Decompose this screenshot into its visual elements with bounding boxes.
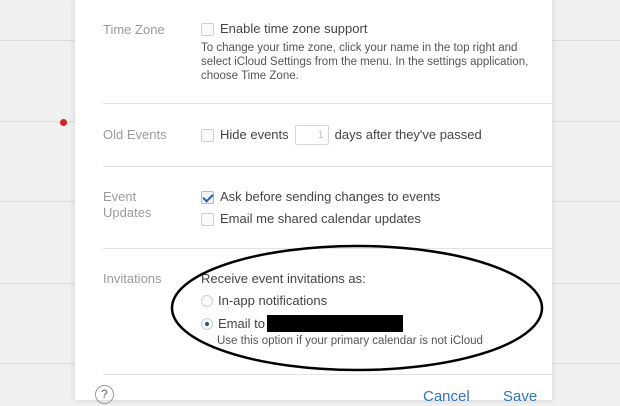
email-option-note: Use this option if your primary calendar… bbox=[217, 335, 483, 347]
cancel-button[interactable]: Cancel bbox=[423, 388, 470, 406]
email-radio[interactable] bbox=[201, 317, 213, 330]
email-label: Email to bbox=[218, 315, 265, 331]
ask-before-sending-toggle[interactable]: Ask before sending changes to events bbox=[201, 189, 440, 205]
section-divider bbox=[103, 166, 552, 167]
timezone-toggle[interactable]: Enable time zone support bbox=[201, 21, 367, 37]
current-time-dot bbox=[60, 119, 67, 126]
section-divider bbox=[103, 248, 552, 249]
footer-divider bbox=[103, 374, 552, 375]
section-label-timezone: Time Zone bbox=[103, 22, 165, 37]
email-shared-updates-toggle[interactable]: Email me shared calendar updates bbox=[201, 211, 421, 227]
hide-days-suffix: days after they've passed bbox=[334, 127, 482, 142]
calendar-preferences-dialog: Time Zone Enable time zone support To ch… bbox=[75, 0, 552, 405]
section-label-old-events: Old Events bbox=[103, 127, 167, 142]
help-icon[interactable]: ? bbox=[95, 385, 114, 404]
inapp-radio[interactable] bbox=[201, 295, 213, 307]
email-shared-updates-label: Email me shared calendar updates bbox=[220, 211, 421, 226]
timezone-description: To change your time zone, click your nam… bbox=[201, 42, 529, 82]
hide-events-checkbox[interactable] bbox=[201, 128, 214, 142]
hide-days-input[interactable] bbox=[294, 125, 329, 145]
hide-events-row: Hide events days after they've passed bbox=[201, 125, 482, 145]
hide-events-label: Hide events bbox=[220, 127, 289, 142]
redacted-email-box bbox=[266, 315, 403, 332]
inapp-notifications-option[interactable]: In-app notifications bbox=[201, 293, 327, 309]
section-label-event-updates: Event Updates bbox=[103, 189, 152, 220]
section-label-invitations: Invitations bbox=[103, 271, 162, 286]
email-option[interactable]: Email to bbox=[201, 315, 403, 332]
ask-before-sending-label: Ask before sending changes to events bbox=[220, 189, 441, 204]
ask-before-sending-checkbox[interactable] bbox=[201, 190, 214, 204]
invitations-prompt: Receive event invitations as: bbox=[201, 271, 366, 286]
section-divider bbox=[103, 103, 552, 104]
save-button[interactable]: Save bbox=[503, 388, 537, 406]
email-shared-updates-checkbox[interactable] bbox=[201, 212, 214, 226]
timezone-checkbox-label: Enable time zone support bbox=[220, 21, 368, 36]
timezone-checkbox[interactable] bbox=[201, 22, 214, 36]
inapp-label: In-app notifications bbox=[218, 293, 328, 308]
